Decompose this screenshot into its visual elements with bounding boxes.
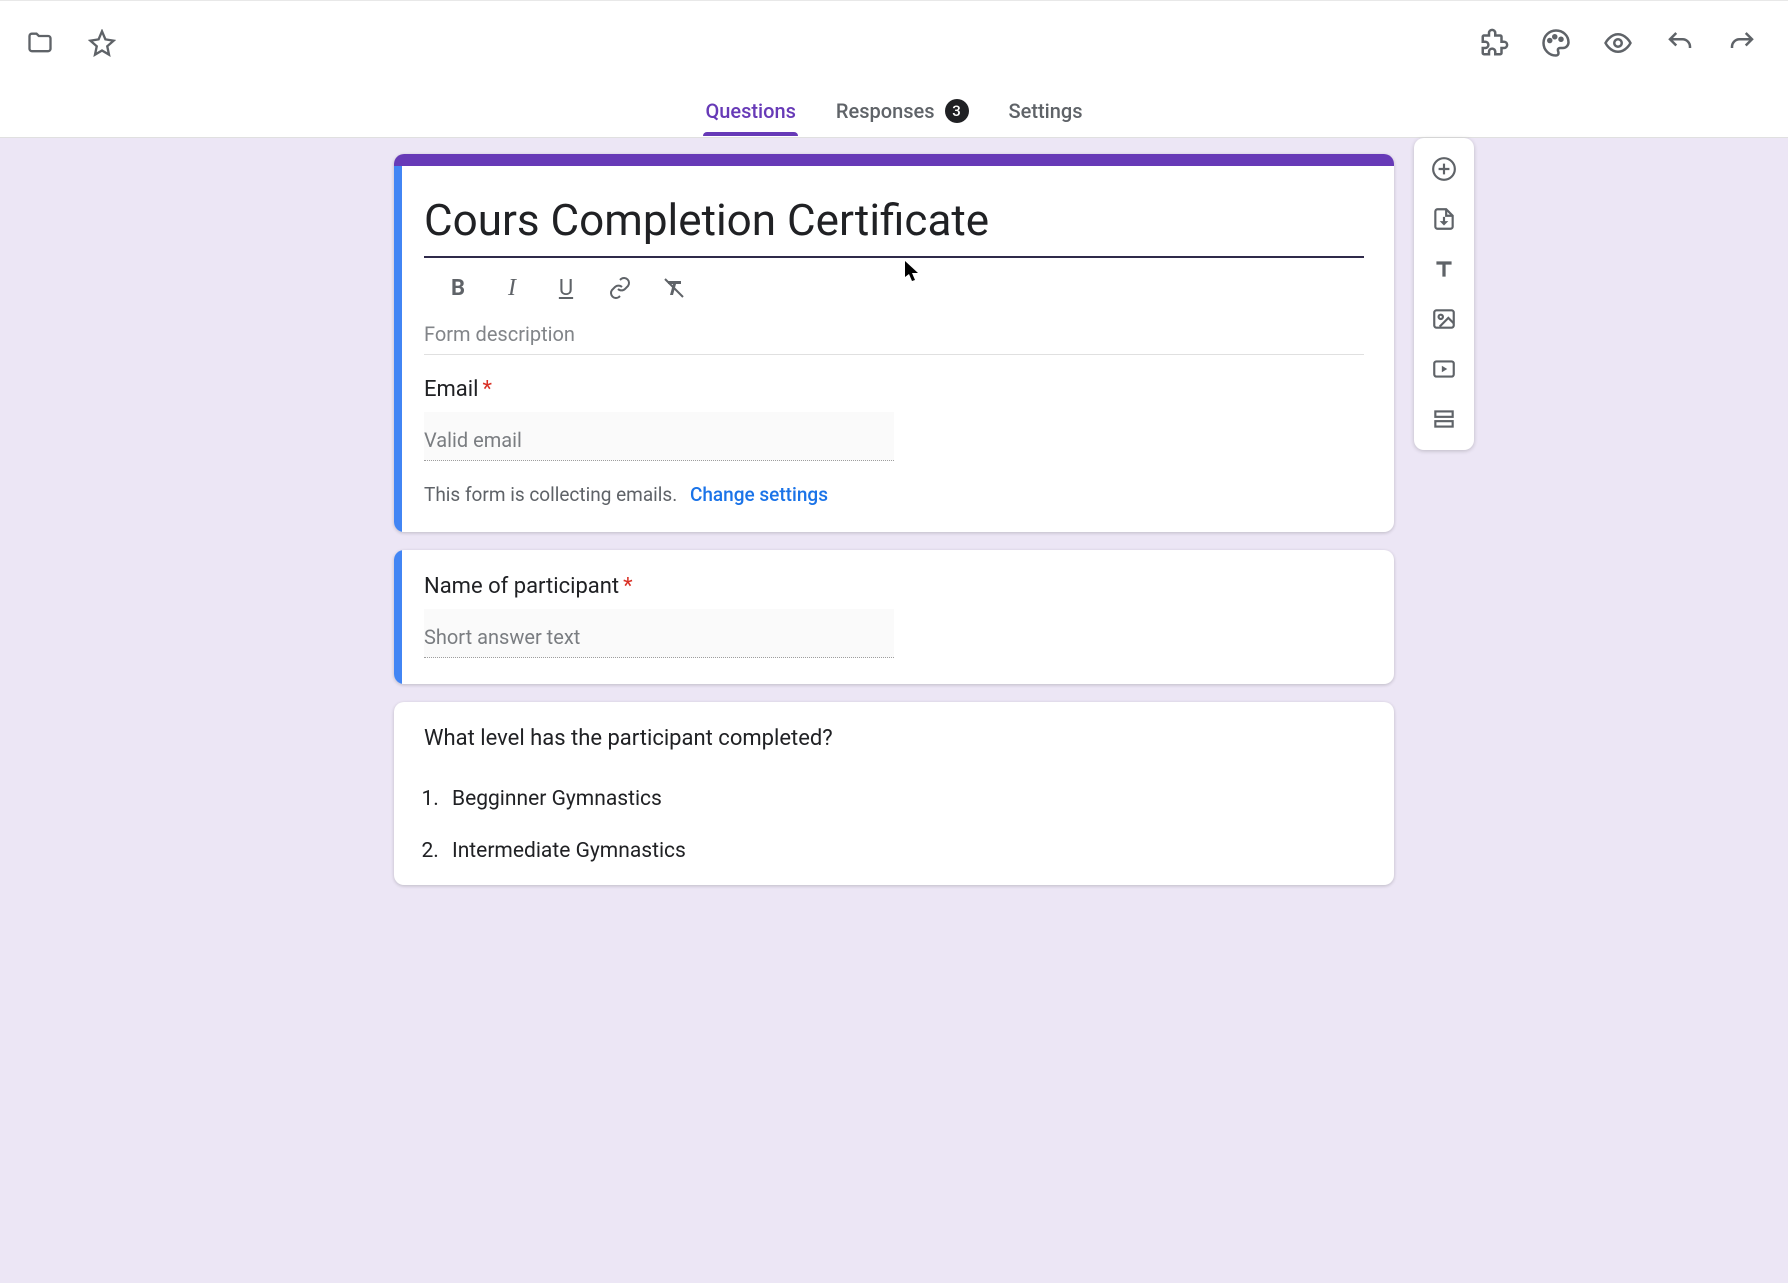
form-description-input[interactable] xyxy=(424,306,1364,355)
add-title-button[interactable] xyxy=(1421,246,1467,292)
change-settings-link[interactable]: Change settings xyxy=(690,483,828,506)
tab-responses-label: Responses xyxy=(836,99,935,123)
bold-button[interactable]: B xyxy=(442,272,474,304)
folder-icon xyxy=(26,29,54,57)
undo-button[interactable] xyxy=(1658,21,1702,65)
collecting-emails-note: This form is collecting emails. Change s… xyxy=(424,483,1364,506)
add-video-button[interactable] xyxy=(1421,346,1467,392)
email-answer-field[interactable] xyxy=(424,412,894,461)
form-column: B I U Email* This form is collecting xyxy=(394,154,1394,885)
preview-button[interactable] xyxy=(1596,21,1640,65)
addons-button[interactable] xyxy=(1472,21,1516,65)
email-label-text: Email xyxy=(424,377,478,402)
import-questions-button[interactable] xyxy=(1421,196,1467,242)
tab-questions[interactable]: Questions xyxy=(703,87,797,135)
name-label-text: Name of participant xyxy=(424,574,619,599)
image-icon xyxy=(1431,306,1457,332)
level-option-2-text: Intermediate Gymnastics xyxy=(452,839,686,863)
italic-button[interactable]: I xyxy=(496,272,528,304)
move-to-folder-button[interactable] xyxy=(18,21,62,65)
add-section-button[interactable] xyxy=(1421,396,1467,442)
question-card-name[interactable]: Name of participant* xyxy=(394,550,1394,684)
tabs-bar: Questions Responses 3 Settings xyxy=(0,84,1788,138)
name-answer-field[interactable] xyxy=(424,609,894,658)
section-icon xyxy=(1431,406,1457,432)
email-question-label: Email* xyxy=(424,377,1364,402)
add-question-button[interactable] xyxy=(1421,146,1467,192)
customize-theme-button[interactable] xyxy=(1534,21,1578,65)
top-right-group xyxy=(1472,21,1764,65)
form-title-input[interactable] xyxy=(424,190,1364,258)
top-toolbar xyxy=(0,0,1788,84)
link-button[interactable] xyxy=(604,272,636,304)
tab-questions-label: Questions xyxy=(705,99,795,123)
redo-icon xyxy=(1727,28,1757,58)
level-options-list: Begginner Gymnastics Intermediate Gymnas… xyxy=(424,773,1364,877)
top-left-group xyxy=(18,21,124,65)
star-button[interactable] xyxy=(80,21,124,65)
title-icon xyxy=(1431,256,1457,282)
add-image-button[interactable] xyxy=(1421,296,1467,342)
link-icon xyxy=(608,276,632,300)
puzzle-icon xyxy=(1479,28,1509,58)
level-option-1[interactable]: Begginner Gymnastics xyxy=(444,773,1364,825)
selection-accent xyxy=(394,550,402,684)
name-question-label: Name of participant* xyxy=(424,574,1364,599)
star-icon xyxy=(88,29,116,57)
tab-settings[interactable]: Settings xyxy=(1007,87,1085,135)
eye-icon xyxy=(1603,28,1633,58)
theme-accent-bar xyxy=(394,154,1394,166)
question-card-level[interactable]: What level has the participant completed… xyxy=(394,702,1394,885)
required-star-icon: * xyxy=(482,377,491,402)
responses-count-badge: 3 xyxy=(945,99,969,123)
clear-format-icon xyxy=(662,276,686,300)
level-option-1-text: Begginner Gymnastics xyxy=(452,787,662,811)
required-star-icon: * xyxy=(623,574,632,599)
clear-format-button[interactable] xyxy=(658,272,690,304)
video-icon xyxy=(1431,356,1457,382)
question-toolbar xyxy=(1414,138,1474,450)
plus-circle-icon xyxy=(1431,156,1457,182)
palette-icon xyxy=(1541,28,1571,58)
collecting-note-text: This form is collecting emails. xyxy=(424,483,677,506)
underline-button[interactable]: U xyxy=(550,272,582,304)
text-format-bar: B I U xyxy=(424,258,1364,306)
selection-accent xyxy=(394,166,402,532)
redo-button[interactable] xyxy=(1720,21,1764,65)
form-header-card[interactable]: B I U Email* This form is collecting xyxy=(394,154,1394,532)
form-canvas: B I U Email* This form is collecting xyxy=(0,138,1788,1283)
tab-settings-label: Settings xyxy=(1009,99,1083,123)
import-icon xyxy=(1431,206,1457,232)
undo-icon xyxy=(1665,28,1695,58)
level-question-label: What level has the participant completed… xyxy=(424,726,1364,751)
tab-responses[interactable]: Responses 3 xyxy=(834,87,971,135)
level-option-2[interactable]: Intermediate Gymnastics xyxy=(444,825,1364,877)
